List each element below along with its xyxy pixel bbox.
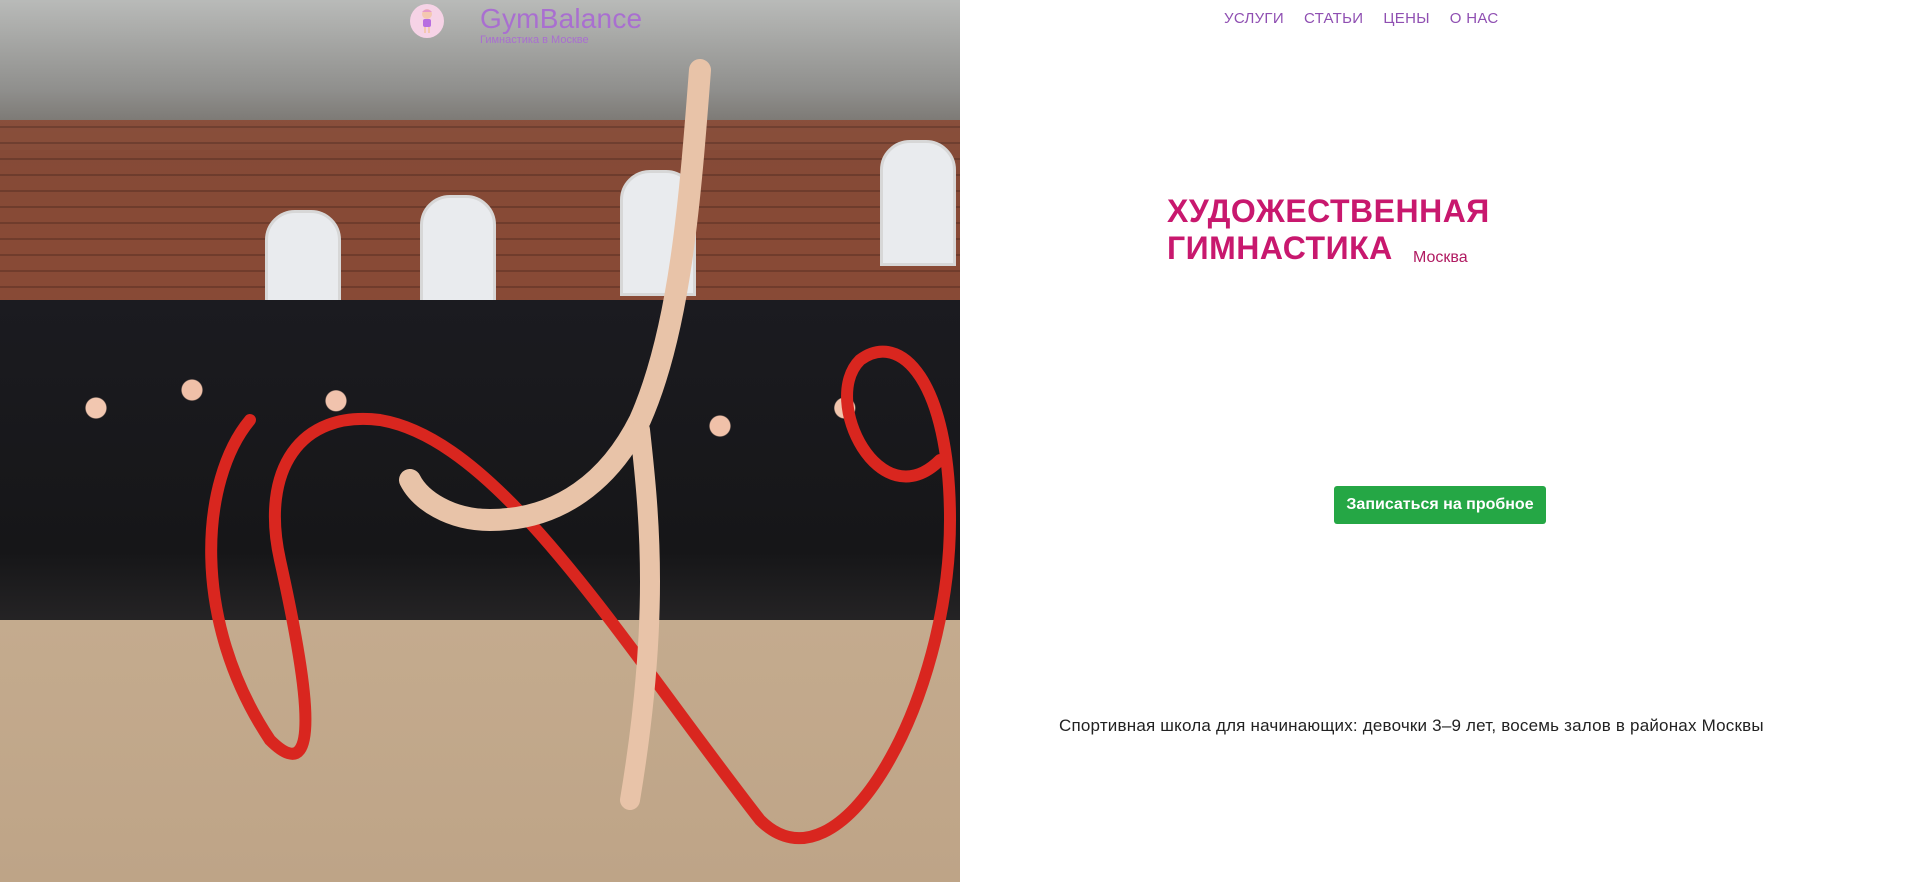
- city-label: Москва: [1413, 249, 1468, 266]
- nav-item-articles[interactable]: СТАТЬИ: [1304, 10, 1363, 27]
- gymnast-girl-icon: [410, 4, 444, 38]
- nav-item-prices[interactable]: ЦЕНЫ: [1383, 10, 1429, 27]
- logo-subtitle: Гимнастика в Москве: [480, 34, 589, 46]
- logo-name: GymBalance: [480, 3, 643, 34]
- hero-photo: [0, 0, 960, 882]
- nav-item-services[interactable]: УСЛУГИ: [1224, 10, 1284, 27]
- tagline: Спортивная школа для начинающих: девочки…: [1059, 716, 1764, 735]
- nav-item-about[interactable]: О НАС: [1450, 10, 1499, 27]
- trial-signup-button[interactable]: Записаться на пробное: [1334, 486, 1546, 524]
- main-nav: УСЛУГИ СТАТЬИ ЦЕНЫ О НАС: [1224, 10, 1498, 27]
- logo[interactable]: GymBalance Гимнастика в Москве: [410, 4, 642, 46]
- photo-gymnast-ribbon: [205, 59, 957, 844]
